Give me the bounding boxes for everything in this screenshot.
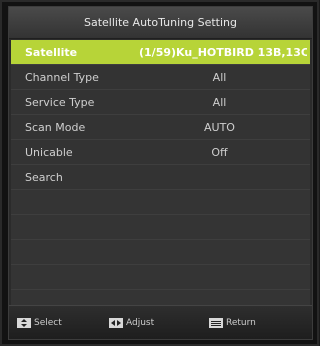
menu-item-service-type[interactable]: Service Type All	[11, 90, 310, 115]
menu-item-value: All	[212, 95, 227, 109]
menu-item-value: All	[212, 70, 227, 84]
hint-adjust-label: Adjust	[126, 318, 155, 328]
menu-item-value: Off	[211, 145, 228, 159]
menu-item-label: Scan Mode	[25, 120, 86, 134]
menu-item-label: Search	[25, 170, 63, 184]
menu-item-value: (1/59)Ku_HOTBIRD 13B,13C...	[139, 45, 307, 59]
empty-row	[11, 240, 310, 265]
panel-title-text: Satellite AutoTuning Setting	[84, 16, 237, 29]
leftright-arrows-svg	[109, 318, 123, 328]
hint-return-label: Return	[226, 318, 256, 328]
hint-adjust: Adjust	[109, 318, 154, 328]
menu-item-label: Channel Type	[25, 70, 99, 84]
autotuning-panel: Satellite AutoTuning Setting Satellite (…	[8, 6, 313, 340]
menu-key-svg	[209, 318, 223, 328]
settings-menu: Satellite (1/59)Ku_HOTBIRD 13B,13C... Ch…	[11, 40, 310, 315]
menu-item-label: Unicable	[25, 145, 73, 159]
updown-arrows-svg	[17, 318, 31, 328]
updown-arrows-icon	[17, 318, 31, 328]
menu-item-label: Service Type	[25, 95, 95, 109]
menu-item-search[interactable]: Search	[11, 165, 310, 190]
hint-select-label: Select	[34, 318, 62, 328]
empty-row	[11, 215, 310, 240]
key-hints-bar: Select Adjust Return	[9, 305, 312, 339]
hint-return: Return	[209, 318, 256, 328]
panel-title: Satellite AutoTuning Setting	[9, 7, 312, 39]
menu-item-satellite[interactable]: Satellite (1/59)Ku_HOTBIRD 13B,13C...	[11, 40, 310, 65]
menu-item-value: AUTO	[204, 120, 235, 134]
menu-item-label: Satellite	[25, 45, 78, 59]
menu-item-scan-mode[interactable]: Scan Mode AUTO	[11, 115, 310, 140]
menu-item-unicable[interactable]: Unicable Off	[11, 140, 310, 165]
hint-select: Select	[17, 318, 62, 328]
empty-row	[11, 265, 310, 290]
leftright-arrows-icon	[109, 318, 123, 328]
empty-row	[11, 190, 310, 215]
menu-key-icon	[209, 318, 223, 328]
tv-screen: Satellite AutoTuning Setting Satellite (…	[0, 0, 319, 346]
menu-item-channel-type[interactable]: Channel Type All	[11, 65, 310, 90]
